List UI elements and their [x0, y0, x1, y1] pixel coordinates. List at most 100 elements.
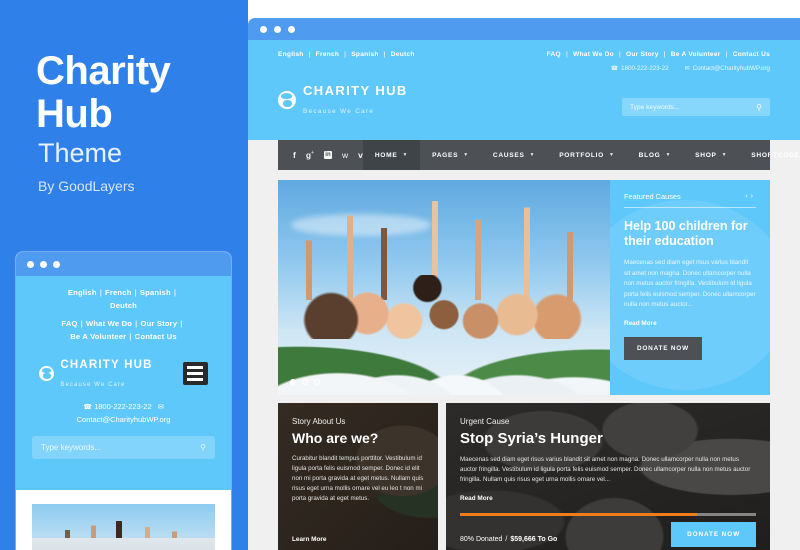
mobile-logo-tagline: Because We Care: [60, 382, 126, 388]
top-links: FAQ | What We Do | Our Story | Be A Volunteer |…: [547, 51, 770, 58]
facebook-icon[interactable]: f: [293, 151, 296, 160]
window-dot-maximize[interactable]: [53, 260, 60, 268]
top-link-be-a-volunteer[interactable]: Be A Volunteer: [671, 51, 721, 58]
urgent-cause-content: Urgent Cause Stop Syria’s Hunger Maecena…: [460, 417, 756, 502]
search-icon[interactable]: ⚲: [200, 443, 206, 452]
main-menu: HOME ▼ PAGES ▼ CAUSES ▼ PORTFOLIO ▼ BLOG…: [362, 140, 800, 170]
menu-item-shortcodes[interactable]: SHORTCODES ▼: [739, 140, 800, 170]
volunteers-decor: [278, 274, 610, 395]
hamburger-icon[interactable]: [182, 361, 208, 385]
window-dot-minimize[interactable]: [274, 25, 281, 33]
page-title: Charity Hub: [36, 49, 236, 137]
mobile-lang-spanish[interactable]: Spanish: [140, 288, 171, 297]
header-phone-value: 1800-222-223-22: [621, 65, 669, 72]
slider-dot-1[interactable]: [290, 379, 296, 385]
separator: |: [618, 51, 621, 58]
top-link-faq[interactable]: FAQ: [547, 51, 561, 58]
top-link-what-we-do[interactable]: What We Do: [573, 51, 614, 58]
top-link-our-story[interactable]: Our Story: [626, 51, 659, 58]
google-plus-icon[interactable]: g+: [306, 150, 314, 160]
separator: |: [180, 319, 183, 328]
window-dot-maximize[interactable]: [288, 25, 295, 33]
urgent-cause-read-more-link[interactable]: Read More: [460, 495, 756, 502]
menu-item-pages[interactable]: PAGES ▼: [420, 140, 481, 170]
donation-progress: 80% Donated / $59,666 To Go DONATE NOW: [460, 513, 756, 547]
hamburger-bar: [187, 371, 204, 375]
urgent-cause-donate-button[interactable]: DONATE NOW: [671, 522, 756, 547]
mobile-lang-french[interactable]: French: [105, 288, 132, 297]
window-dot-close[interactable]: [260, 25, 267, 33]
mobile-link-what-we-do[interactable]: What We Do: [86, 319, 132, 328]
hamburger-bar: [187, 377, 204, 381]
chevron-down-icon: ▼: [463, 152, 469, 158]
story-card[interactable]: Story About Us Who are we? Curabitur bla…: [278, 403, 438, 550]
window-dot-close[interactable]: [27, 260, 34, 268]
menu-item-label: SHORTCODES: [751, 151, 800, 159]
progress-bar-fill: [460, 513, 697, 516]
linkedin-icon[interactable]: in: [323, 151, 332, 159]
menu-item-label: PORTFOLIO: [559, 151, 604, 159]
mobile-top-links: FAQ | What We Do | Our Story | Be A Volunteer…: [16, 317, 231, 343]
lang-deutch[interactable]: Deutch: [391, 51, 415, 58]
mobile-link-be-a-volunteer[interactable]: Be A Volunteer: [70, 332, 126, 341]
browser-viewport: English | French | Spanish | Deutch FAQ | What W…: [248, 40, 800, 550]
lang-spanish[interactable]: Spanish: [351, 51, 378, 58]
brand-title-line2: Hub: [36, 92, 113, 137]
phone-icon: ☎: [610, 66, 619, 72]
mobile-search-placeholder: Type keywords...: [41, 443, 102, 452]
search-input[interactable]: Type keywords... ⚲: [622, 98, 770, 116]
mobile-hero-image: [32, 504, 215, 550]
lang-english[interactable]: English: [278, 51, 304, 58]
search-icon[interactable]: ⚲: [756, 103, 762, 112]
menu-item-portfolio[interactable]: PORTFOLIO ▼: [547, 140, 626, 170]
top-link-contact-us[interactable]: Contact Us: [733, 51, 770, 58]
mobile-link-contact-us[interactable]: Contact Us: [135, 332, 177, 341]
featured-donate-button[interactable]: DONATE NOW: [624, 336, 702, 360]
header-email-value: Contact@CharityhubWP.org: [692, 65, 770, 72]
slider-dot-3[interactable]: [314, 379, 320, 385]
mobile-logo-title: CHARITY HUB: [60, 359, 153, 371]
chevron-right-icon[interactable]: ›: [751, 193, 756, 200]
story-card-learn-more-link[interactable]: Learn More: [292, 536, 326, 543]
separator: |: [80, 319, 83, 328]
twitter-icon[interactable]: w: [342, 151, 348, 160]
urgent-cause-card[interactable]: Urgent Cause Stop Syria’s Hunger Maecena…: [446, 403, 770, 550]
brand-title-line1: Charity: [36, 49, 171, 93]
mobile-logo-text: CHARITY HUB Because We Care: [60, 355, 152, 391]
phone-icon: ☎: [83, 404, 92, 411]
menu-item-label: CAUSES: [492, 151, 525, 159]
mobile-search-input[interactable]: Type keywords... ⚲: [32, 436, 215, 459]
menu-item-blog[interactable]: BLOG ▼: [627, 140, 684, 170]
separator: |: [308, 51, 311, 58]
separator: |: [129, 332, 132, 341]
browser-window-chrome: [248, 18, 800, 40]
featured-read-more-link[interactable]: Read More: [624, 320, 756, 327]
menu-item-home[interactable]: HOME ▼: [362, 140, 421, 170]
vimeo-icon[interactable]: v: [358, 151, 363, 160]
mobile-phone[interactable]: 1800-222-223-22: [94, 402, 152, 411]
mobile-lang-deutch[interactable]: Deutch: [110, 301, 137, 310]
window-dot-minimize[interactable]: [40, 260, 47, 268]
urgent-cause-description: Maecenas sed diam eget risus varius blan…: [460, 456, 751, 483]
slider-dot-2[interactable]: [302, 379, 308, 385]
chevron-down-icon: ▼: [529, 152, 536, 158]
header-phone[interactable]: ☎ 1800-222-223-22: [611, 65, 669, 72]
featured-causes-nav: ‹›: [745, 193, 756, 200]
mobile-email[interactable]: Contact@CharityhubWP.org: [77, 415, 171, 424]
separator: |: [663, 51, 666, 58]
progress-donated-label: 80% Donated: [460, 536, 503, 543]
menu-item-causes[interactable]: CAUSES ▼: [481, 140, 547, 170]
menu-item-shop[interactable]: SHOP ▼: [683, 140, 739, 170]
site-logo-title: CHARITY HUB: [303, 83, 408, 98]
mobile-lang-english[interactable]: English: [68, 288, 97, 297]
mobile-link-our-story[interactable]: Our Story: [140, 319, 177, 328]
featured-cause-description: Maecenas sed diam eget risus varius blan…: [624, 259, 756, 308]
lang-french[interactable]: French: [316, 51, 339, 58]
hero-slider-image[interactable]: [278, 180, 610, 395]
header-email[interactable]: ✉ Contact@CharityhubWP.org: [685, 65, 770, 72]
slider-pagination: [290, 379, 320, 385]
site-header: English | French | Spanish | Deutch FAQ | What W…: [248, 40, 800, 140]
mobile-logo[interactable]: CHARITY HUB Because We Care: [39, 355, 152, 391]
mobile-link-faq[interactable]: FAQ: [61, 319, 77, 328]
main-navbar: f g+ in w v HOME ▼ PAGES ▼ CAUSES ▼ PORT…: [278, 140, 800, 170]
